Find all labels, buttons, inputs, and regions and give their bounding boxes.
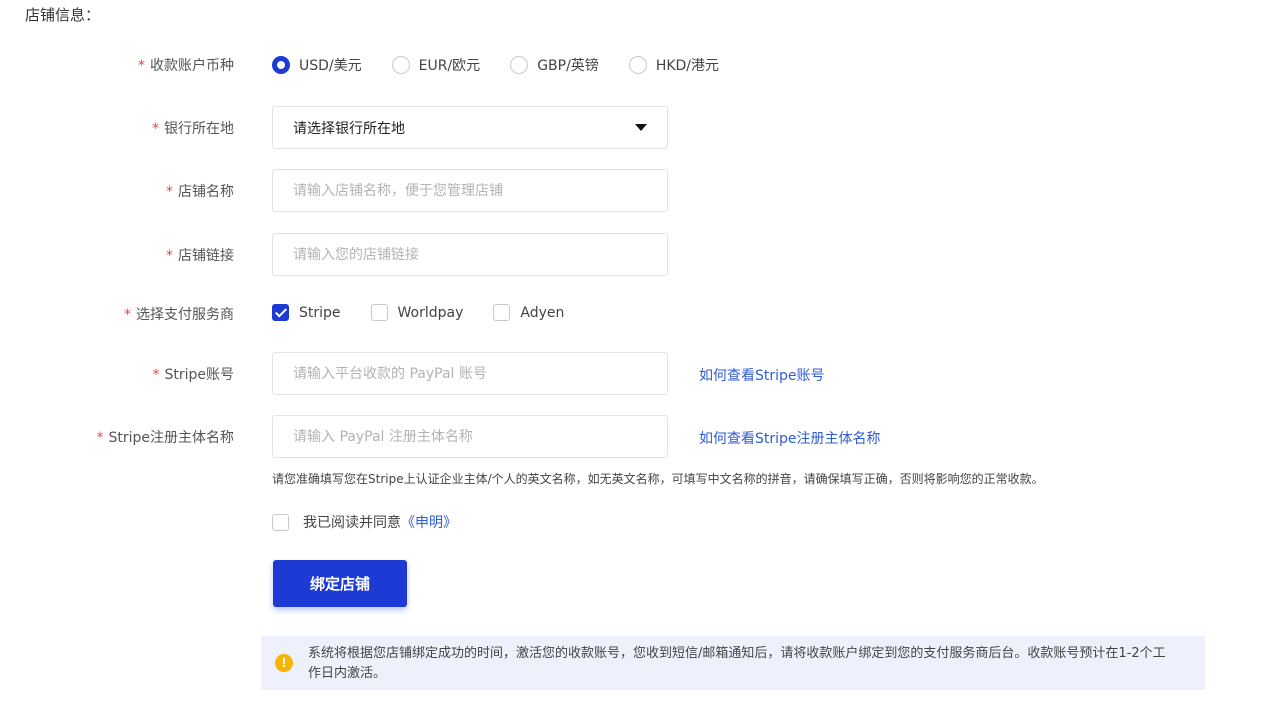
stripe-entity-help-link[interactable]: 如何查看Stripe注册主体名称 bbox=[699, 428, 881, 448]
provider-option-worldpay[interactable]: Worldpay bbox=[370, 304, 463, 321]
currency-option-usd[interactable]: USD/美元 bbox=[272, 55, 362, 75]
agreement-checkbox[interactable] bbox=[272, 513, 289, 531]
stripe-entity-input[interactable] bbox=[293, 428, 647, 445]
bank-location-select[interactable]: 请选择银行所在地 bbox=[272, 106, 668, 149]
store-link-field[interactable] bbox=[272, 233, 668, 276]
currency-radio-group: USD/美元 EUR/欧元 GBP/英镑 HKD/港元 bbox=[272, 55, 749, 75]
checkbox-checked-icon[interactable] bbox=[272, 304, 289, 321]
stripe-account-input[interactable] bbox=[293, 365, 647, 382]
radio-selected-icon[interactable] bbox=[272, 56, 290, 74]
store-name-label: * 店铺名称 bbox=[166, 184, 234, 200]
bank-location-label: * 银行所在地 bbox=[152, 121, 234, 137]
provider-option-stripe[interactable]: Stripe bbox=[272, 304, 341, 321]
bind-store-button[interactable]: 绑定店铺 bbox=[273, 560, 407, 607]
store-name-field[interactable] bbox=[272, 169, 668, 212]
checkbox-icon[interactable] bbox=[370, 304, 388, 321]
entity-name-note: 请您准确填写您在Stripe上认证企业主体/个人的英文名称，如无英文名称，可填写… bbox=[272, 472, 1044, 486]
currency-option-gbp[interactable]: GBP/英镑 bbox=[510, 55, 599, 75]
section-title: 店铺信息： bbox=[25, 6, 101, 24]
agreement-text: 我已阅读并同意 bbox=[303, 515, 401, 531]
store-link-input[interactable] bbox=[293, 246, 647, 263]
stripe-account-help-link[interactable]: 如何查看Stripe账号 bbox=[699, 365, 825, 385]
currency-option-hkd[interactable]: HKD/港元 bbox=[628, 55, 719, 75]
payment-provider-group: Stripe Worldpay Adyen bbox=[272, 304, 594, 321]
notice-text: 系统将根据您店铺绑定成功的时间，激活您的收款账号，您收到短信/邮箱通知后，请将收… bbox=[308, 646, 1166, 681]
stripe-entity-label: * Stripe注册主体名称 bbox=[96, 430, 234, 446]
agreement-row: 我已阅读并同意 《申明》 bbox=[272, 512, 457, 532]
currency-label: * 收款账户币种 bbox=[138, 58, 234, 74]
currency-option-eur[interactable]: EUR/欧元 bbox=[391, 55, 480, 75]
activation-notice: ! 系统将根据您店铺绑定成功的时间，激活您的收款账号，您收到短信/邮箱通知后，请… bbox=[261, 636, 1205, 690]
radio-icon[interactable] bbox=[510, 56, 529, 74]
store-link-label: * 店铺链接 bbox=[166, 248, 234, 264]
store-name-input[interactable] bbox=[293, 182, 647, 199]
stripe-account-label: * Stripe账号 bbox=[152, 367, 234, 383]
checkbox-icon[interactable] bbox=[493, 304, 511, 321]
radio-icon[interactable] bbox=[391, 56, 410, 74]
stripe-account-field[interactable] bbox=[272, 352, 668, 395]
provider-option-adyen[interactable]: Adyen bbox=[493, 304, 564, 321]
payment-provider-label: * 选择支付服务商 bbox=[124, 307, 234, 323]
stripe-entity-field[interactable] bbox=[272, 415, 668, 458]
caret-down-icon bbox=[635, 124, 647, 131]
declaration-link[interactable]: 《申明》 bbox=[401, 512, 457, 532]
warning-icon: ! bbox=[275, 654, 293, 672]
radio-icon[interactable] bbox=[628, 56, 647, 74]
